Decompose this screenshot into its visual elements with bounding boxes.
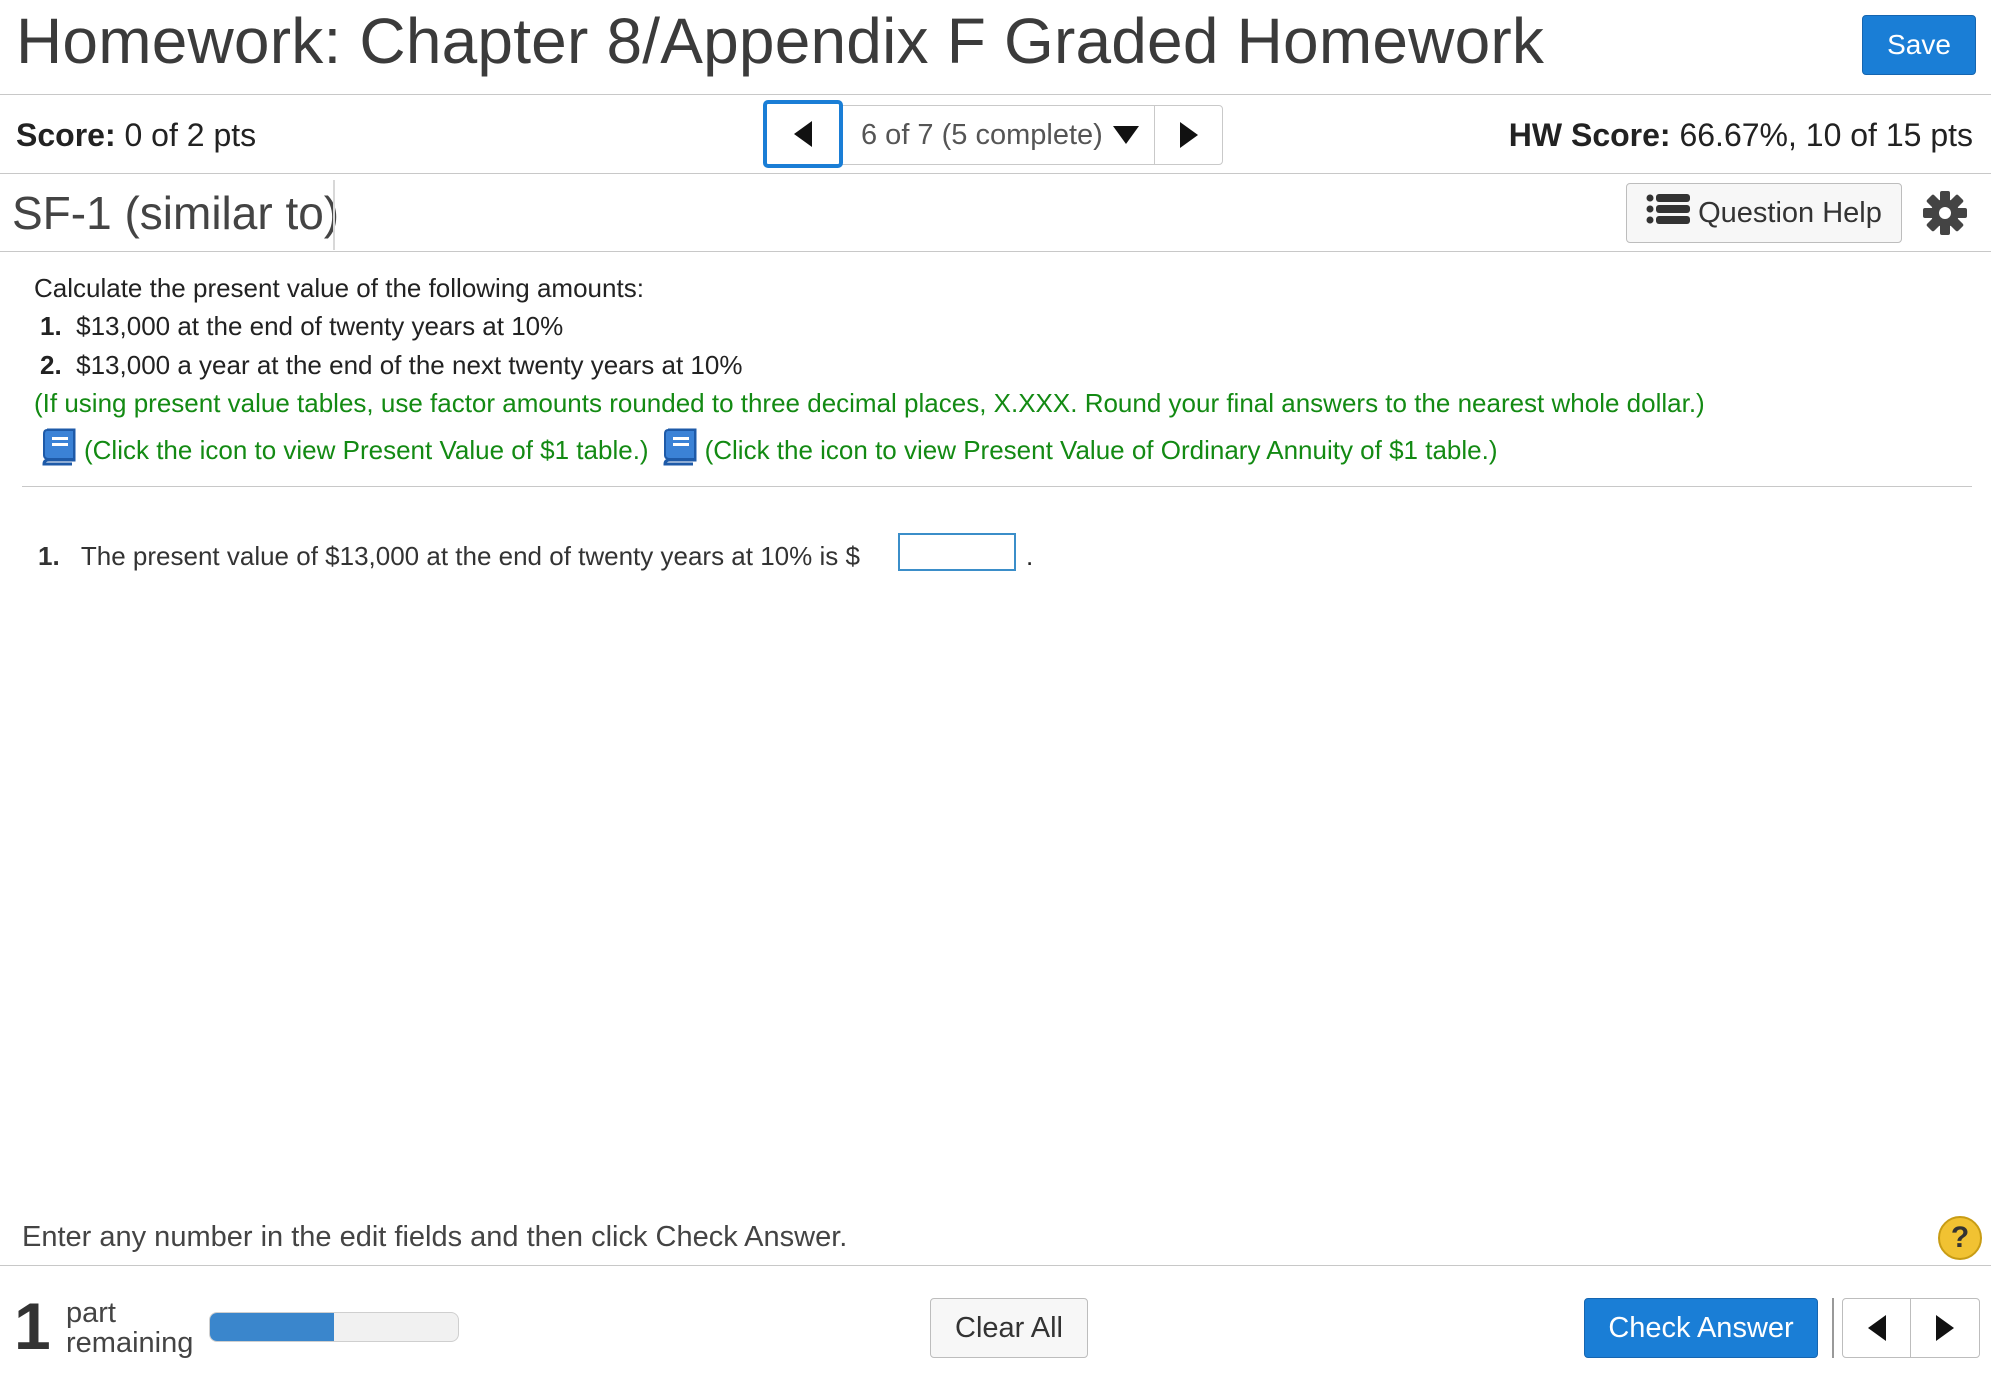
bottom-next-button[interactable]	[1911, 1299, 1979, 1357]
problem-intro: Calculate the present value of the follo…	[34, 273, 644, 303]
question-id-divider	[333, 180, 335, 250]
next-question-button[interactable]	[1154, 106, 1222, 164]
question-header-divider	[0, 251, 1991, 252]
list-item-text: $13,000 at the end of twenty years at 10…	[76, 311, 564, 341]
answer-prompt: 1. The present value of $13,000 at the e…	[38, 541, 860, 572]
score-divider	[0, 173, 1991, 174]
instruction-message: Enter any number in the edit fields and …	[22, 1221, 848, 1253]
question-help-label: Question Help	[1698, 196, 1882, 229]
parts-label-line2: remaining	[66, 1327, 194, 1359]
answer-suffix: .	[1026, 541, 1034, 571]
list-item: 2. $13,000 a year at the end of the next…	[40, 350, 742, 381]
parts-remaining-label: part remaining	[66, 1298, 193, 1358]
triangle-right-icon	[1936, 1315, 1954, 1341]
footer-divider	[0, 1265, 1991, 1266]
instruction-text: (If using present value tables, use fact…	[34, 388, 1705, 418]
book-icon[interactable]	[38, 426, 80, 475]
progress-bar	[209, 1312, 459, 1342]
question-id: SF-1 (similar to)	[12, 187, 340, 239]
parts-label-line1: part	[66, 1297, 116, 1329]
triangle-left-icon	[1867, 1315, 1886, 1341]
hw-score: HW Score: 66.67%, 10 of 15 pts	[1509, 117, 1973, 154]
bottom-previous-button[interactable]	[1843, 1299, 1911, 1357]
gear-icon[interactable]	[1920, 188, 1970, 238]
previous-question-button[interactable]	[763, 100, 843, 168]
hw-score-label: HW Score:	[1508, 117, 1671, 153]
bottom-divider	[1832, 1298, 1834, 1358]
score-value: 0 of 2 pts	[124, 117, 257, 153]
hw-score-value: 66.67%, 10 of 15 pts	[1679, 117, 1973, 153]
score-label: Score:	[16, 117, 116, 153]
save-button[interactable]: Save	[1862, 15, 1976, 75]
answer-number: 1.	[38, 541, 60, 571]
question-select[interactable]: 6 of 7 (5 complete)	[843, 106, 1153, 164]
list-item: 1. $13,000 at the end of twenty years at…	[40, 311, 563, 342]
score: Score: 0 of 2 pts	[16, 117, 256, 154]
question-help-button[interactable]: Question Help	[1626, 183, 1902, 243]
answer-prompt-text: The present value of $13,000 at the end …	[80, 541, 860, 571]
question-select-label: 6 of 7 (5 complete)	[861, 118, 1103, 151]
annuity-table-link[interactable]: (Click the icon to view Present Value of…	[705, 435, 1498, 466]
problem-divider	[22, 486, 1972, 487]
help-question-icon[interactable]: ?	[1938, 1216, 1982, 1260]
list-item-number: 2.	[40, 350, 62, 380]
present-value-table-link[interactable]: (Click the icon to view Present Value of…	[84, 435, 649, 466]
list-item-number: 1.	[40, 311, 62, 341]
list-icon	[1646, 193, 1692, 233]
answer-input[interactable]	[898, 533, 1016, 571]
triangle-right-icon	[1179, 122, 1198, 148]
check-answer-button[interactable]: Check Answer	[1584, 1298, 1818, 1358]
clear-all-button[interactable]: Clear All	[930, 1298, 1088, 1358]
list-item-text: $13,000 a year at the end of the next tw…	[76, 350, 743, 380]
page-title: Homework: Chapter 8/Appendix F Graded Ho…	[16, 5, 1545, 77]
table-links: (Click the icon to view Present Value of…	[38, 426, 1498, 475]
book-icon[interactable]	[659, 426, 701, 475]
parts-remaining-count: 1	[14, 1289, 51, 1363]
header-divider	[0, 94, 1991, 95]
triangle-left-icon	[794, 121, 812, 147]
progress-fill	[210, 1313, 334, 1341]
triangle-down-icon	[1112, 126, 1139, 144]
